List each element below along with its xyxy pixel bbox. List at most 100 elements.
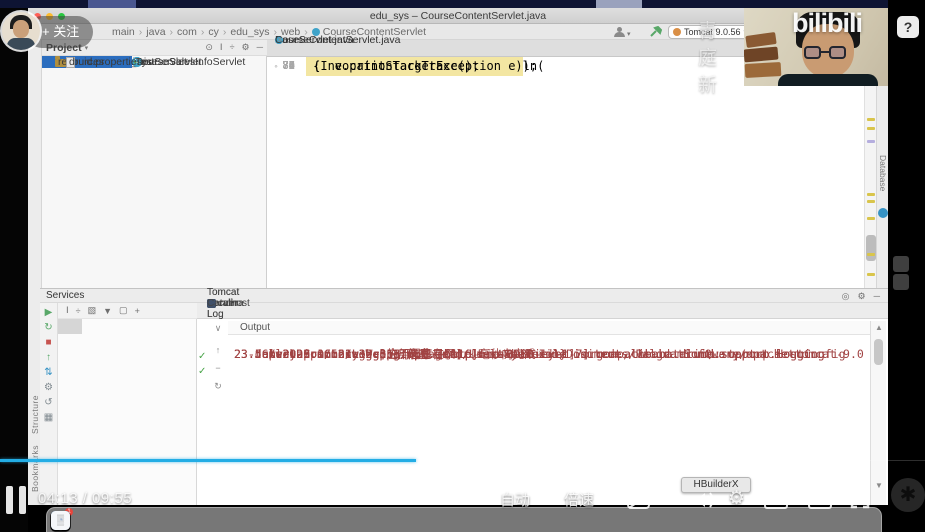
tab-label: CourseContentServlet.java (275, 34, 400, 46)
stripe-mark[interactable] (867, 273, 875, 276)
pause-button[interactable] (6, 486, 28, 514)
menubar-segment (596, 0, 642, 8)
tree-item-label: druid.properties (69, 56, 142, 68)
check-icon: ✓ (198, 366, 206, 377)
services-tree-item-upload[interactable]: ✓upload [Republish] (58, 319, 93, 334)
top-menubar-strip (0, 0, 925, 8)
glasses-lens (829, 46, 846, 59)
refresh-icon[interactable]: ↺ (44, 397, 52, 408)
project-toolbar: ⊙ Ⅰ ÷ ⚙ ─ (205, 42, 263, 53)
macos-dock: ◯›_∷⚙1A◉◯▤☁T◆◗FV◡▅a✎×Q23W▣▦✎◉✎×NH▆▢≡◔▒ (46, 507, 882, 532)
scrollbar-thumb[interactable] (866, 235, 876, 261)
left-letterbox (0, 8, 28, 532)
breadcrumb-item-java[interactable]: java (146, 26, 165, 38)
stripe-mark[interactable] (867, 127, 875, 130)
stripe-mark[interactable] (867, 253, 875, 256)
help-button[interactable]: ? (897, 16, 919, 38)
scroll-up-icon[interactable]: ↑ (210, 345, 226, 355)
tab-label: Tomcat Catalina Log (207, 287, 244, 320)
expand-all-icon[interactable]: Ⅰ (66, 305, 69, 316)
stripe-mark[interactable] (867, 217, 875, 220)
stripe-mark[interactable] (867, 193, 875, 196)
pause-bar-icon (19, 486, 26, 514)
locate-icon[interactable]: ⊙ (205, 42, 213, 53)
right-letterbox: ? ✱ (888, 0, 925, 532)
settings-gear-icon[interactable]: ⚙ (858, 289, 866, 303)
editor-code-area[interactable]: 74◦ // 4.步骤75 result = courseContentServ… (267, 57, 864, 288)
project-tree: ▾edu_sys ~/Desktop/edu_sys▾src▾main▾java… (42, 56, 267, 288)
code-text: e.printStackTrace(); (267, 57, 335, 76)
book (745, 32, 776, 48)
scroll-up-icon[interactable]: ▲ (871, 323, 887, 332)
rerun-icon[interactable]: ↻ (44, 322, 52, 333)
services-panel-title[interactable]: Services (46, 290, 84, 301)
minus-icon[interactable]: − (210, 363, 226, 373)
progress-bar-played[interactable] (0, 459, 416, 462)
fan-icon: ✱ (891, 478, 925, 512)
console-scrollbar[interactable]: ▲ ▼ (870, 321, 886, 505)
user-menu-icon[interactable]: ▾ (613, 27, 635, 38)
plugin-tool-icon[interactable] (878, 208, 888, 218)
settings-gear-icon[interactable]: ⚙ (728, 487, 745, 510)
watermark-name: 青庭新 (698, 16, 719, 97)
project-tool-window: Project ▾ ⊙Ⅰ÷⚙─ ▾edu_sys ~/Desktop/edu_s… (42, 40, 267, 288)
float-mode-icon[interactable]: ◎ (842, 289, 850, 303)
pause-bar-icon (6, 486, 13, 514)
scroll-down-icon[interactable]: ▼ (871, 481, 887, 490)
frame-icon[interactable]: ▢ (119, 305, 128, 316)
glasses-lens (804, 46, 821, 59)
start-icon[interactable]: ▶ (45, 307, 53, 318)
stop-icon[interactable]: ■ (45, 337, 51, 348)
avatar-body (7, 38, 35, 50)
refresh-icon[interactable]: ↻ (210, 381, 226, 392)
settings-gear-icon[interactable]: ⚙ (242, 42, 250, 53)
hide-panel-icon[interactable]: ─ (874, 289, 880, 303)
mini-widget-icon[interactable] (893, 274, 909, 290)
scrollbar-thumb[interactable] (874, 339, 883, 365)
close-icon[interactable]: × (277, 35, 283, 46)
breadcrumb-separator: › (223, 26, 227, 38)
breadcrumb-separator: › (139, 26, 143, 38)
speed-button[interactable]: 倍速 (564, 489, 594, 510)
deploy-icon[interactable]: ↑ (46, 352, 51, 363)
services-header-toolbar: ◎ ⚙ ─ (842, 289, 880, 303)
connect-icon[interactable]: ⇅ (44, 367, 52, 378)
wrench-icon[interactable]: ⚙ (44, 382, 53, 393)
glasses-bridge (821, 51, 829, 53)
add-service-icon[interactable]: + (135, 306, 140, 316)
console-line[interactable]: .JakartaCommonsLoggingImpl.info {dataSou… (234, 345, 615, 364)
dock-item-trash[interactable]: ▒ (51, 511, 70, 530)
build-hammer-icon[interactable] (650, 26, 662, 38)
group-icon[interactable]: ▧ (88, 305, 97, 316)
mini-widget-icon[interactable] (893, 256, 909, 272)
services-run-toolbar: ▶ ↻ ■ ↑ ⇅ ⚙ ↺ ▦ (40, 303, 58, 505)
tree-item-label: TestServlet (135, 56, 187, 68)
chevron-down-icon: ▾ (627, 30, 631, 38)
stripe-mark[interactable] (867, 140, 875, 143)
collapse-all-icon[interactable]: ÷ (76, 306, 81, 316)
breadcrumb-item-main[interactable]: main (112, 26, 135, 38)
breadcrumb-separator: › (170, 26, 174, 38)
console-output[interactable]: -tomcat-9.0.56/webapps/manager]23-Jul-20… (228, 335, 870, 505)
quality-button[interactable]: 自动 (500, 489, 530, 510)
book (745, 62, 782, 78)
hide-panel-icon[interactable]: ─ (257, 42, 263, 53)
expand-all-icon[interactable]: Ⅰ (220, 42, 223, 53)
tool-button-structure[interactable]: Structure (30, 395, 40, 434)
uploader-avatar[interactable] (2, 12, 40, 50)
tool-button-bookmarks[interactable]: Bookmarks (30, 445, 40, 492)
bilibili-fullscreen-player: edu_sys – CourseContentServlet.java main… (0, 0, 925, 532)
tool-button-database[interactable]: Database (878, 155, 888, 191)
breadcrumb-item-com[interactable]: com (177, 26, 197, 38)
breadcrumb-item-cy[interactable]: cy (208, 26, 219, 38)
bilibili-logo: bilibili (792, 8, 862, 39)
filter-icon[interactable]: ▼ (103, 306, 112, 316)
breadcrumb-item-edu_sys[interactable]: edu_sys (230, 26, 269, 38)
collapse-chevron-icon[interactable]: ∨ (210, 323, 226, 334)
output-header: Output (228, 321, 870, 335)
layout-icon[interactable]: ▦ (44, 412, 53, 423)
stripe-mark[interactable] (867, 118, 875, 121)
project-tree-item-druid.properties[interactable]: druid.properties (42, 56, 66, 68)
collapse-all-icon[interactable]: ÷ (230, 42, 235, 53)
stripe-mark[interactable] (867, 200, 875, 203)
